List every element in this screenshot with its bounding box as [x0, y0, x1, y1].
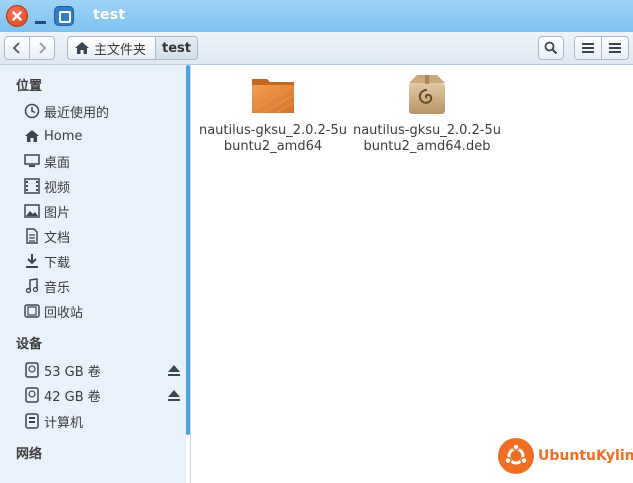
document-icon — [24, 228, 40, 244]
sidebar-item-desktop[interactable]: 桌面 — [24, 150, 70, 172]
video-icon — [24, 178, 40, 194]
eject-icon[interactable] — [167, 363, 181, 377]
title-bar[interactable]: test — [0, 0, 633, 33]
sidebar-item-trash[interactable]: 回收站 — [24, 300, 83, 322]
sidebar-item-label: 视频 — [44, 180, 71, 196]
download-icon — [24, 253, 40, 269]
sidebar-item-videos[interactable]: 视频 — [24, 175, 70, 197]
sidebar-item-label: 计算机 — [44, 415, 84, 431]
sidebar-item-label: 音乐 — [44, 280, 71, 296]
home-icon — [24, 128, 40, 144]
sidebar-item-label: 53 GB 卷 — [44, 364, 101, 380]
drive-icon — [24, 362, 40, 378]
forward-button[interactable] — [29, 36, 55, 60]
search-icon — [544, 41, 558, 55]
list-view-button[interactable] — [574, 36, 602, 60]
sidebar-heading-network: 网络 — [16, 447, 43, 462]
sidebar-item-downloads[interactable]: 下载 — [24, 250, 70, 272]
sidebar-item-label: 桌面 — [44, 155, 71, 171]
clock-icon — [24, 103, 40, 119]
ubuntukylin-logo: UbuntuKylin — [498, 438, 633, 474]
breadcrumb-current-label: test — [162, 40, 191, 56]
breadcrumb-home[interactable]: 主文件夹 — [67, 36, 156, 60]
chevron-left-icon — [12, 42, 20, 54]
sidebar-item-volume-53gb[interactable]: 53 GB 卷 — [24, 359, 101, 381]
file-manager-window: test 主文件夹 test 位置 最近使用的 Home 桌面 视频 图片 文档… — [0, 0, 633, 483]
desktop-icon — [24, 153, 40, 169]
breadcrumb-current[interactable]: test — [155, 36, 198, 60]
music-icon — [24, 278, 40, 294]
file-view: nautilus-gksu_2.0.2-5ubuntu2_amd64 nauti… — [191, 65, 633, 483]
folder-icon — [252, 79, 295, 114]
sidebar-item-recent[interactable]: 最近使用的 — [24, 100, 109, 122]
menu-button[interactable] — [601, 36, 629, 60]
sidebar-item-music[interactable]: 音乐 — [24, 275, 70, 297]
eject-icon[interactable] — [167, 388, 181, 402]
sidebar-item-pictures[interactable]: 图片 — [24, 200, 70, 222]
home-icon — [75, 42, 89, 54]
menu-icon — [609, 43, 621, 53]
close-button[interactable] — [6, 5, 28, 27]
sidebar-item-label: 最近使用的 — [44, 105, 110, 121]
breadcrumb-home-label: 主文件夹 — [94, 42, 147, 58]
sidebar-item-label: 文档 — [44, 230, 71, 246]
sidebar-item-label: 42 GB 卷 — [44, 389, 101, 405]
toolbar: 主文件夹 test — [0, 32, 633, 65]
sidebar-heading-places: 位置 — [16, 79, 43, 94]
file-item-folder[interactable]: nautilus-gksu_2.0.2-5ubuntu2_amd64 — [198, 71, 348, 155]
sidebar-item-volume-42gb[interactable]: 42 GB 卷 — [24, 384, 101, 406]
chevron-right-icon — [39, 42, 47, 54]
close-icon — [12, 11, 22, 21]
back-button[interactable] — [4, 36, 30, 60]
logo-text: UbuntuKylin — [538, 448, 633, 464]
sidebar-item-label: 图片 — [44, 205, 71, 221]
drive-icon — [24, 387, 40, 403]
sidebar-item-label: 回收站 — [44, 305, 84, 321]
trash-icon — [24, 303, 40, 319]
picture-icon — [24, 203, 40, 219]
file-name: nautilus-gksu_2.0.2-5ubuntu2_amd64 — [198, 123, 348, 154]
list-view-icon — [582, 43, 594, 53]
debian-package-icon — [409, 75, 445, 114]
sidebar-item-label: 下载 — [44, 255, 71, 271]
minimize-button[interactable] — [34, 8, 48, 26]
file-name: nautilus-gksu_2.0.2-5ubuntu2_amd64.deb — [352, 123, 502, 154]
computer-icon — [24, 413, 40, 429]
sidebar-item-home[interactable]: Home — [24, 125, 82, 147]
sidebar-item-label: Home — [44, 128, 83, 144]
sidebar-heading-devices: 设备 — [16, 337, 43, 352]
search-button[interactable] — [538, 36, 564, 60]
sidebar: 位置 最近使用的 Home 桌面 视频 图片 文档 下载 音乐 回收站 设备 5… — [0, 65, 186, 483]
file-item-deb-package[interactable]: nautilus-gksu_2.0.2-5ubuntu2_amd64.deb — [352, 71, 502, 155]
sidebar-item-computer[interactable]: 计算机 — [24, 410, 83, 432]
ubuntu-logo-icon — [498, 438, 534, 474]
sidebar-item-documents[interactable]: 文档 — [24, 225, 70, 247]
maximize-button[interactable] — [54, 6, 74, 26]
window-title: test — [93, 7, 126, 23]
